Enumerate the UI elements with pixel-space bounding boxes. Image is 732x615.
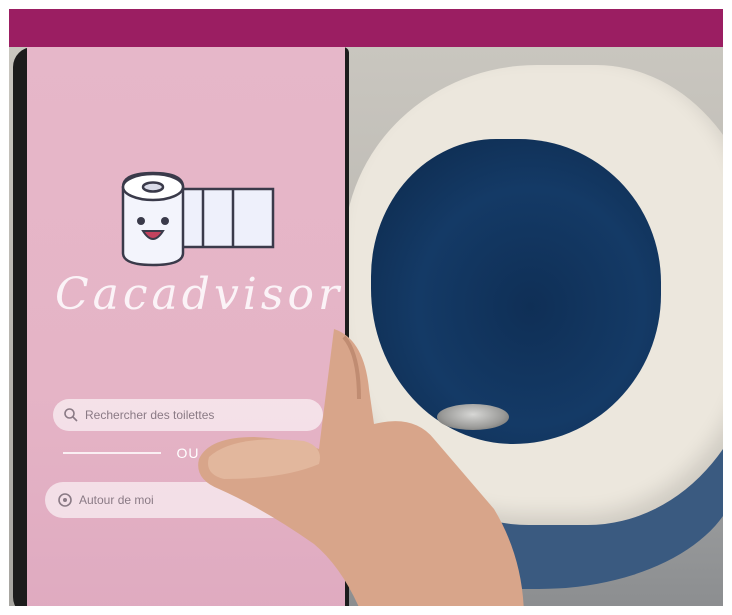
divider-line-left — [63, 452, 161, 454]
location-label: Autour de moi — [79, 493, 154, 507]
search-icon — [64, 408, 78, 422]
app-title: Cacadvisor — [55, 269, 343, 320]
hand — [198, 329, 524, 606]
toilet-paper-logo-icon — [121, 171, 275, 267]
location-icon — [58, 493, 72, 507]
image-frame: Cacadvisor Rechercher des toilettes OU A… — [0, 0, 732, 615]
photo: Cacadvisor Rechercher des toilettes OU A… — [9, 9, 723, 606]
top-banner — [9, 9, 723, 47]
